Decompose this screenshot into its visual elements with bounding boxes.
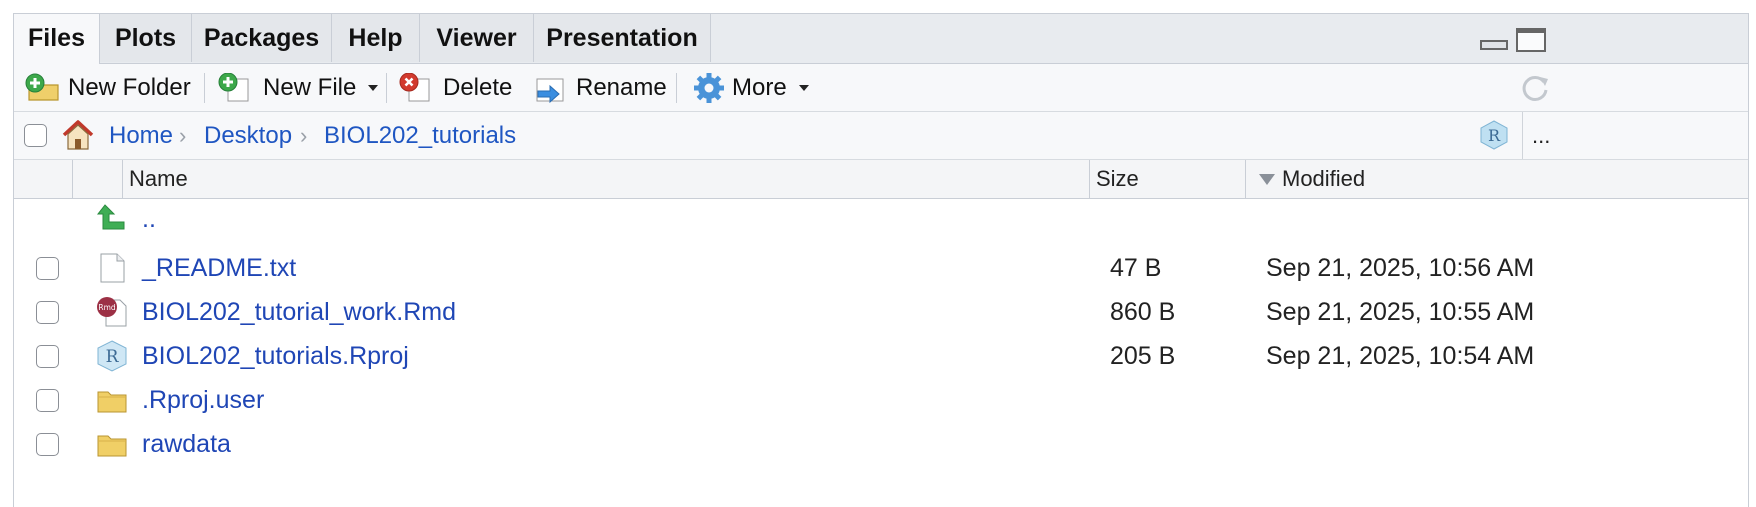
file-modified: Sep 21, 2025, 10:54 AM	[1266, 342, 1535, 370]
table-row[interactable]: Rmd BIOL202_tutorial_work.Rmd 860 B Sep …	[14, 288, 1748, 337]
chevron-right-icon: ›	[179, 123, 187, 148]
table-row[interactable]: _README.txt 47 B Sep 21, 2025, 10:56 AM	[14, 244, 1748, 293]
rproj-file-icon: R	[97, 340, 127, 372]
gear-icon	[694, 72, 724, 103]
more-button[interactable]: More	[692, 64, 809, 111]
file-name-link[interactable]: BIOL202_tutorial_work.Rmd	[142, 288, 456, 337]
tab-viewer[interactable]: Viewer	[420, 14, 534, 62]
delete-label: Delete	[443, 73, 513, 101]
new-folder-label: New Folder	[68, 73, 191, 101]
row-checkbox[interactable]	[36, 433, 59, 456]
folder-icon	[97, 391, 127, 413]
svg-text:R: R	[106, 347, 120, 367]
folder-name-link[interactable]: rawdata	[142, 420, 231, 469]
toolbar: New Folder New File Delete Rename More	[14, 64, 1748, 112]
file-modified: Sep 21, 2025, 10:55 AM	[1266, 298, 1535, 326]
go-up-arrow-icon	[96, 204, 125, 230]
maximize-pane-icon[interactable]	[1516, 28, 1546, 52]
project-icon[interactable]: R	[1478, 119, 1510, 151]
modified-label: Modified	[1282, 166, 1366, 191]
more-options-button[interactable]: ...	[1532, 112, 1550, 159]
header-checkbox-column	[72, 160, 122, 198]
home-icon[interactable]	[60, 118, 96, 152]
breadcrumb-home[interactable]: Home	[109, 112, 173, 159]
rmd-file-icon: Rmd	[97, 297, 127, 327]
tab-plots[interactable]: Plots	[100, 14, 192, 62]
breadcrumb-current[interactable]: BIOL202_tutorials	[324, 112, 516, 159]
new-folder-button[interactable]: New Folder	[24, 64, 191, 111]
delete-icon	[399, 72, 430, 101]
folder-name-link[interactable]: .Rproj.user	[142, 376, 264, 425]
toolbar-divider	[204, 73, 205, 103]
chevron-down-icon	[368, 84, 379, 91]
column-header-size[interactable]: Size	[1089, 160, 1245, 198]
refresh-icon[interactable]	[1520, 73, 1552, 103]
file-table-header: Name Size Modified	[14, 160, 1748, 199]
rename-icon	[536, 78, 564, 103]
tab-presentation[interactable]: Presentation	[534, 14, 711, 62]
folder-icon	[97, 435, 127, 457]
table-row[interactable]: .Rproj.user	[14, 376, 1748, 425]
svg-text:R: R	[1488, 126, 1501, 145]
column-header-modified[interactable]: Modified	[1245, 160, 1748, 198]
file-name-link[interactable]: _README.txt	[142, 244, 296, 293]
parent-directory-link[interactable]: ..	[142, 200, 156, 244]
column-header-name[interactable]: Name	[122, 160, 1089, 198]
tab-strip: Files Plots Packages Help Viewer Present…	[14, 14, 1748, 64]
svg-text:Rmd: Rmd	[98, 303, 116, 312]
tab-packages[interactable]: Packages	[192, 14, 332, 62]
file-size: 205 B	[1110, 342, 1176, 370]
rename-button[interactable]: Rename	[534, 64, 667, 111]
new-file-icon	[218, 72, 249, 101]
minimize-pane-icon[interactable]	[1480, 40, 1508, 50]
toolbar-divider	[386, 73, 387, 103]
divider	[1522, 112, 1523, 159]
toolbar-divider	[676, 73, 677, 103]
row-checkbox[interactable]	[36, 345, 59, 368]
row-checkbox[interactable]	[36, 301, 59, 324]
file-size: 860 B	[1110, 298, 1176, 326]
text-file-icon	[100, 253, 125, 283]
delete-button[interactable]: Delete	[399, 64, 512, 111]
file-modified: Sep 21, 2025, 10:56 AM	[1266, 254, 1535, 282]
select-all-checkbox[interactable]	[24, 124, 47, 147]
table-row[interactable]: rawdata	[14, 420, 1748, 469]
tab-help[interactable]: Help	[332, 14, 420, 62]
new-folder-icon	[25, 73, 59, 101]
new-file-button[interactable]: New File	[218, 64, 379, 111]
sort-descending-icon	[1259, 174, 1275, 185]
file-name-link[interactable]: BIOL202_tutorials.Rproj	[142, 332, 409, 381]
parent-directory-row[interactable]: ..	[14, 200, 1748, 244]
row-checkbox[interactable]	[36, 257, 59, 280]
files-pane: Files Plots Packages Help Viewer Present…	[13, 13, 1749, 507]
new-file-label: New File	[263, 73, 357, 101]
file-size: 47 B	[1110, 254, 1162, 282]
chevron-down-icon	[798, 84, 809, 91]
breadcrumb-desktop[interactable]: Desktop	[204, 112, 292, 159]
chevron-right-icon: ›	[300, 123, 308, 148]
row-checkbox[interactable]	[36, 389, 59, 412]
tab-files[interactable]: Files	[14, 14, 100, 64]
rename-label: Rename	[576, 73, 667, 101]
table-row[interactable]: R BIOL202_tutorials.Rproj 205 B Sep 21, …	[14, 332, 1748, 381]
breadcrumb: Home › Desktop › BIOL202_tutorials R ...	[14, 112, 1748, 160]
more-label: More	[732, 73, 787, 101]
